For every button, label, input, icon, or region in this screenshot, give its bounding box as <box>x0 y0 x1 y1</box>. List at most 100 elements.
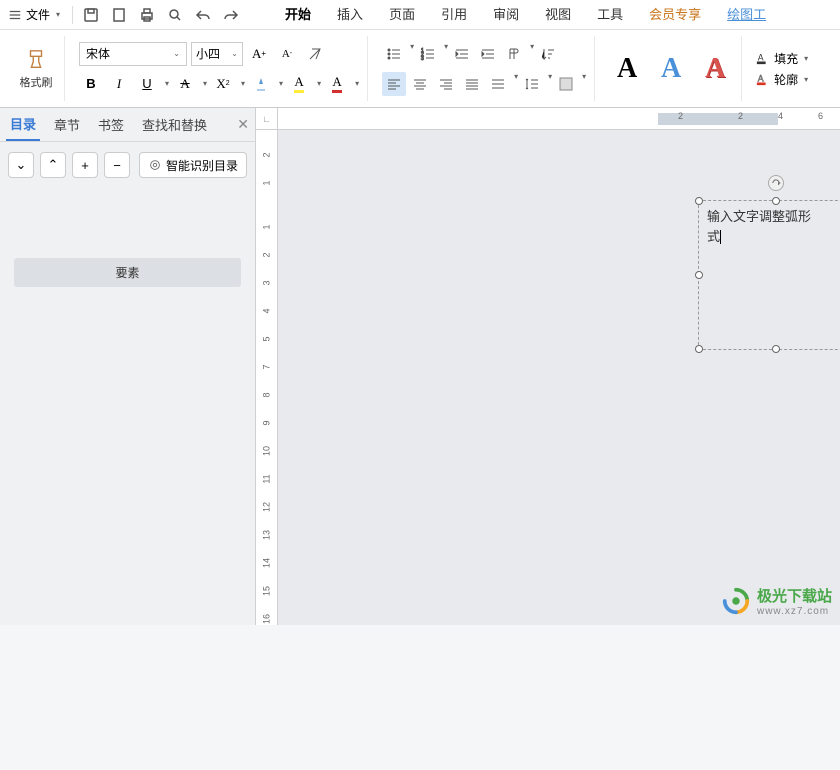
bold-button[interactable]: B <box>79 72 103 96</box>
horizontal-ruler[interactable]: 2 2 4 6 8 <box>278 108 840 130</box>
number-list-button[interactable]: 123 <box>416 42 440 66</box>
decrease-font-button[interactable]: A- <box>275 42 299 66</box>
print-button[interactable] <box>133 1 161 29</box>
font-size-select[interactable]: 小四 ⌄ <box>191 42 243 66</box>
sidebar-tab-bookmark[interactable]: 书签 <box>94 109 128 140</box>
ruler-tick: 11 <box>262 469 272 490</box>
line-spacing-button[interactable] <box>520 72 544 96</box>
text-box-shape[interactable]: 输入文字调整弧形 式 <box>698 200 840 350</box>
smart-toc-button[interactable]: 智能识别目录 <box>139 152 247 178</box>
workspace: 目录 章节 书签 查找和替换 ✕ ⌄ ⌃ + − 智能识别目录 要素 ∟ 2 2 <box>0 108 840 625</box>
italic-button[interactable]: I <box>107 72 131 96</box>
tab-insert[interactable]: 插入 <box>327 0 373 30</box>
font-name-select[interactable]: 宋体 ⌄ <box>79 42 187 66</box>
chevron-down-icon[interactable]: ▾ <box>317 79 321 88</box>
chevron-down-icon[interactable]: ▾ <box>444 42 448 66</box>
format-brush-label: 格式刷 <box>20 74 53 90</box>
chevron-down-icon[interactable]: ▾ <box>582 72 586 96</box>
tab-reference[interactable]: 引用 <box>431 0 477 30</box>
sidebar-tab-find[interactable]: 查找和替换 <box>138 109 211 140</box>
document-area: ∟ 2 2 4 6 8 2 1 1 2 3 4 5 7 8 9 <box>256 108 840 625</box>
text-effect-button[interactable] <box>249 72 273 96</box>
shading-button[interactable] <box>554 72 578 96</box>
expand-button[interactable]: ⌃ <box>40 152 66 178</box>
redo-button[interactable] <box>217 1 245 29</box>
highlight-button[interactable]: A <box>287 72 311 96</box>
sidebar-close-button[interactable]: ✕ <box>237 116 249 133</box>
remove-button[interactable]: − <box>104 152 130 178</box>
preview-button[interactable] <box>161 1 189 29</box>
save-button[interactable] <box>77 1 105 29</box>
align-justify-button[interactable] <box>460 72 484 96</box>
chevron-down-icon[interactable]: ▾ <box>548 72 552 96</box>
text-line-2: 式 <box>707 229 720 244</box>
text-cursor <box>720 230 721 244</box>
ribbon: 格式刷 宋体 ⌄ 小四 ⌄ A+ A- B I U ▾ <box>0 30 840 108</box>
canvas[interactable]: 输入文字调整弧形 式 <box>278 130 840 625</box>
svg-text:A: A <box>758 74 764 84</box>
tab-page[interactable]: 页面 <box>379 0 425 30</box>
clear-format-button[interactable] <box>303 42 327 66</box>
sort-button[interactable] <box>536 42 560 66</box>
ruler-tick: 16 <box>262 609 272 630</box>
smart-toc-label: 智能识别目录 <box>166 157 238 174</box>
watermark-logo-icon <box>721 586 751 616</box>
style-preset-3[interactable]: A <box>697 51 733 87</box>
collapse-button[interactable]: ⌄ <box>8 152 34 178</box>
file-menu-button[interactable]: 文件 ▾ <box>0 0 68 29</box>
vertical-ruler[interactable]: 2 1 1 2 3 4 5 7 8 9 10 11 12 13 14 15 16 <box>256 130 278 625</box>
chevron-down-icon[interactable]: ▾ <box>203 79 207 88</box>
increase-font-button[interactable]: A+ <box>247 42 271 66</box>
distribute-button[interactable] <box>486 72 510 96</box>
bullet-list-button[interactable] <box>382 42 406 66</box>
increase-indent-button[interactable] <box>476 42 500 66</box>
ruler-tick: 14 <box>262 553 272 574</box>
ruler-tick: 1 <box>262 217 272 238</box>
tab-drawing-tools[interactable]: 绘图工 <box>717 0 776 30</box>
sidebar-tab-toc[interactable]: 目录 <box>6 108 40 141</box>
ruler-tick: 6 <box>818 111 823 121</box>
superscript-button[interactable]: X2 <box>211 72 235 96</box>
toc-element-item[interactable]: 要素 <box>14 258 241 287</box>
chevron-down-icon[interactable]: ▾ <box>241 79 245 88</box>
style-preset-2[interactable]: A <box>653 51 689 87</box>
align-left-button[interactable] <box>382 72 406 96</box>
format-brush-button[interactable]: 格式刷 <box>16 48 56 90</box>
group-shape-style: A 填充 ▾ A 轮廓 ▾ <box>748 36 816 101</box>
resize-handle-n[interactable] <box>772 197 780 205</box>
rotate-handle[interactable] <box>768 175 784 191</box>
tab-view[interactable]: 视图 <box>535 0 581 30</box>
tab-vip[interactable]: 会员专享 <box>639 0 711 30</box>
outline-button[interactable]: A 轮廓 ▾ <box>756 71 808 88</box>
align-right-button[interactable] <box>434 72 458 96</box>
chevron-down-icon[interactable]: ▾ <box>530 42 534 66</box>
resize-handle-s[interactable] <box>772 345 780 353</box>
tab-review[interactable]: 审阅 <box>483 0 529 30</box>
chevron-down-icon[interactable]: ▾ <box>514 72 518 96</box>
sidebar-tab-chapter[interactable]: 章节 <box>50 109 84 140</box>
shape-text-content[interactable]: 输入文字调整弧形 式 <box>699 201 840 252</box>
font-name-value: 宋体 <box>86 45 110 62</box>
resize-handle-nw[interactable] <box>695 197 703 205</box>
chevron-down-icon[interactable]: ▾ <box>165 79 169 88</box>
align-center-button[interactable] <box>408 72 432 96</box>
undo-button[interactable] <box>189 1 217 29</box>
tab-tools[interactable]: 工具 <box>587 0 633 30</box>
chevron-down-icon[interactable]: ▾ <box>410 42 414 66</box>
tab-start[interactable]: 开始 <box>275 0 321 30</box>
add-button[interactable]: + <box>72 152 98 178</box>
strikethrough-button[interactable]: A <box>173 72 197 96</box>
ruler-active-region <box>658 113 778 125</box>
font-color-button[interactable]: A <box>325 72 349 96</box>
style-preset-1[interactable]: A <box>609 51 645 87</box>
resize-handle-sw[interactable] <box>695 345 703 353</box>
chevron-down-icon[interactable]: ▾ <box>279 79 283 88</box>
underline-button[interactable]: U <box>135 72 159 96</box>
fill-button[interactable]: A 填充 ▾ <box>756 50 808 67</box>
resize-handle-w[interactable] <box>695 271 703 279</box>
document-body: 2 1 1 2 3 4 5 7 8 9 10 11 12 13 14 15 16 <box>256 130 840 625</box>
chevron-down-icon[interactable]: ▾ <box>355 79 359 88</box>
new-button[interactable] <box>105 1 133 29</box>
text-direction-button[interactable] <box>502 42 526 66</box>
decrease-indent-button[interactable] <box>450 42 474 66</box>
